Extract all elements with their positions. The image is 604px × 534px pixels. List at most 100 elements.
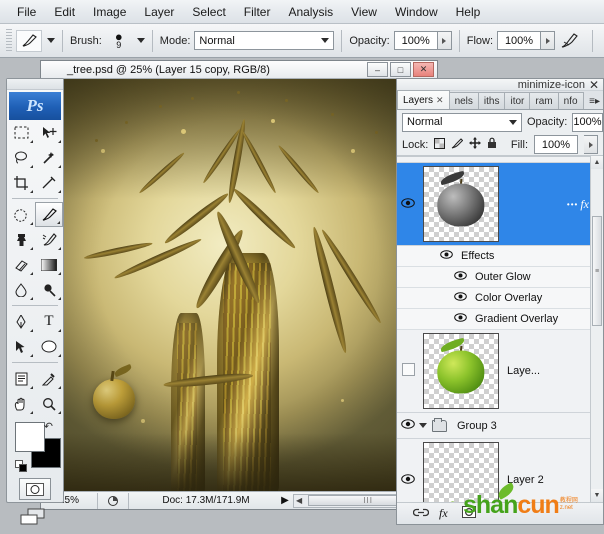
screen-mode-icon[interactable] — [17, 505, 53, 529]
blend-mode-select[interactable]: Normal — [194, 31, 334, 50]
menu-item-window[interactable]: Window — [386, 2, 447, 22]
close-button[interactable]: ✕ — [413, 62, 434, 77]
history-brush-icon[interactable] — [35, 227, 63, 252]
list-item[interactable]: Outer Glow — [397, 267, 603, 288]
close-icon[interactable]: ✕ — [589, 78, 599, 92]
dodge-icon[interactable] — [35, 277, 63, 302]
layers-list[interactable]: ••• fx ▲ Effects Outer Glow Colo — [397, 156, 603, 502]
lock-image-icon[interactable] — [451, 138, 463, 152]
layer-visibility-icon[interactable] — [397, 198, 419, 211]
tab-layers[interactable]: Layers ✕ — [397, 90, 450, 109]
tab-histogram[interactable]: ram — [529, 92, 558, 109]
menu-item-help[interactable]: Help — [447, 2, 490, 22]
document-title-bar[interactable]: _tree.psd @ 25% (Layer 15 copy, RGB/8) –… — [41, 61, 437, 79]
layer-blend-mode-select[interactable]: Normal — [402, 113, 522, 132]
scroll-left-icon[interactable]: ◀ — [294, 496, 304, 505]
clone-stamp-icon[interactable] — [7, 227, 35, 252]
layer-visibility-icon[interactable] — [397, 474, 419, 487]
lock-transparency-icon[interactable] — [434, 138, 445, 152]
panel-menu-icon[interactable]: ≡▸ — [589, 96, 600, 107]
menu-item-select[interactable]: Select — [183, 2, 234, 22]
lasso-icon[interactable] — [7, 145, 35, 170]
minimize-button[interactable]: – — [367, 62, 388, 77]
tab-paths[interactable]: iths — [478, 92, 506, 109]
brush-chevron-down-icon[interactable] — [137, 38, 145, 43]
marquee-icon[interactable] — [7, 120, 35, 145]
fill-input[interactable]: 100% — [534, 135, 578, 154]
ellipse-icon[interactable] — [35, 334, 63, 359]
opacity-input[interactable]: 100% — [394, 31, 438, 50]
zoom-icon[interactable] — [35, 391, 63, 416]
flow-input[interactable]: 100% — [497, 31, 541, 50]
canvas-area[interactable] — [41, 79, 437, 493]
menu-item-file[interactable]: File — [8, 2, 45, 22]
layer-visibility-toggle[interactable] — [397, 363, 419, 379]
menu-item-layer[interactable]: Layer — [135, 2, 183, 22]
effect-visibility-icon[interactable] — [449, 292, 471, 304]
tab-navigator[interactable]: itor — [504, 92, 530, 109]
brush-icon[interactable] — [16, 30, 42, 52]
lock-all-icon[interactable] — [487, 137, 497, 152]
close-icon[interactable]: ✕ — [436, 95, 444, 106]
maximize-button[interactable]: □ — [390, 62, 411, 77]
effect-visibility-icon[interactable] — [449, 271, 471, 283]
fill-slider-button[interactable] — [584, 135, 598, 154]
crop-icon[interactable] — [7, 170, 35, 195]
blur-icon[interactable] — [7, 277, 35, 302]
lock-position-icon[interactable] — [469, 137, 481, 152]
brush-icon[interactable] — [35, 202, 63, 227]
menu-item-image[interactable]: Image — [84, 2, 135, 22]
layers-scrollbar[interactable]: ▲ ≡ ▼ — [590, 156, 603, 502]
opacity-slider-button[interactable] — [438, 31, 452, 50]
menu-item-view[interactable]: View — [342, 2, 386, 22]
path-select-icon[interactable] — [7, 334, 35, 359]
type-icon[interactable]: T — [35, 309, 63, 334]
gradient-icon[interactable] — [35, 252, 63, 277]
eraser-icon[interactable] — [7, 252, 35, 277]
effect-visibility-icon[interactable] — [449, 313, 471, 325]
group-expand-triangle-icon[interactable] — [419, 423, 427, 428]
pen-icon[interactable] — [7, 309, 35, 334]
play-arrow-icon[interactable]: ▶ — [277, 495, 293, 506]
quick-mask-icon[interactable] — [19, 478, 51, 500]
minimize-icon[interactable]: minimize-icon — [518, 79, 585, 91]
table-row[interactable]: ••• fx ▲ — [397, 163, 603, 246]
patch-icon[interactable] — [7, 202, 35, 227]
group-visibility-icon[interactable] — [397, 419, 419, 432]
layer-thumbnail[interactable] — [423, 166, 499, 242]
airbrush-icon[interactable] — [555, 33, 585, 49]
list-item[interactable]: Effects — [397, 246, 603, 267]
notes-icon[interactable] — [7, 366, 35, 391]
table-row[interactable]: Laye... — [397, 330, 603, 413]
eyedropper-icon[interactable] — [35, 366, 63, 391]
swap-colors-icon[interactable]: ↶ — [44, 420, 53, 433]
list-item[interactable]: Color Overlay — [397, 288, 603, 309]
hand-icon[interactable] — [7, 391, 35, 416]
menu-item-analysis[interactable]: Analysis — [279, 2, 342, 22]
options-bar-grip[interactable] — [6, 29, 12, 53]
effect-name-color-overlay: Color Overlay — [471, 292, 603, 304]
menu-item-filter[interactable]: Filter — [235, 2, 280, 22]
toolbox-grip[interactable] — [7, 79, 63, 90]
brush-size-preview[interactable]: ● 9 — [106, 32, 132, 50]
scroll-up-icon[interactable]: ▲ — [591, 156, 603, 169]
move-icon[interactable] — [35, 120, 63, 145]
effects-visibility-icon[interactable] — [435, 250, 457, 262]
menu-item-edit[interactable]: Edit — [45, 2, 84, 22]
flow-slider-button[interactable] — [541, 31, 555, 50]
slice-icon[interactable] — [35, 170, 63, 195]
table-row[interactable]: Group 3 — [397, 413, 603, 439]
magic-wand-icon[interactable] — [35, 145, 63, 170]
tab-channels[interactable]: nels — [449, 92, 479, 109]
scroll-thumb[interactable]: ≡ — [592, 216, 602, 326]
default-colors-icon[interactable] — [15, 460, 27, 472]
tool-preset-chevron-down-icon[interactable] — [47, 38, 55, 43]
layers-opacity-input[interactable]: 100% — [572, 113, 602, 132]
add-fx-icon[interactable]: fx — [439, 506, 452, 521]
layer-thumbnail[interactable] — [423, 333, 499, 409]
link-layers-icon[interactable] — [413, 508, 429, 520]
tab-info[interactable]: nfo — [558, 92, 584, 109]
preview-icon[interactable] — [98, 495, 128, 507]
foreground-color-swatch[interactable] — [15, 422, 45, 452]
list-item[interactable]: Gradient Overlay — [397, 309, 603, 330]
